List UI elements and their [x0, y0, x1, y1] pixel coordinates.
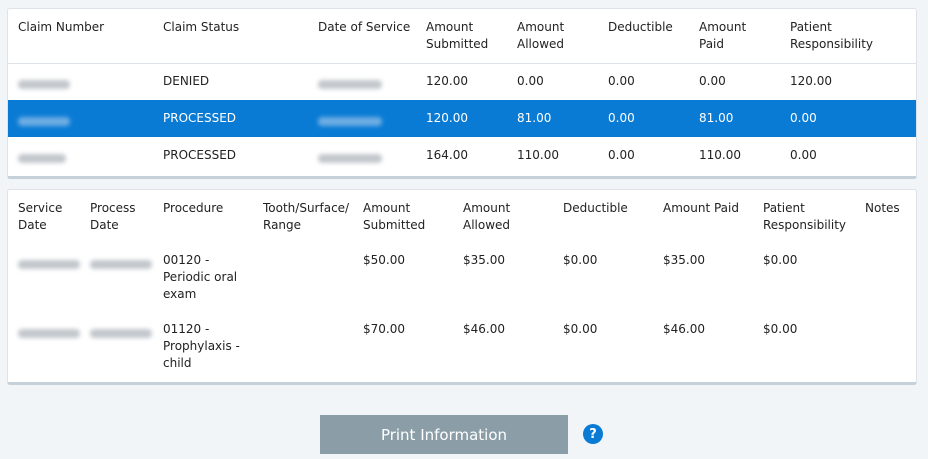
amount-allowed: 81.00 [517, 111, 552, 125]
header-deductible: Deductible [608, 20, 673, 34]
amount-submitted: 120.00 [426, 74, 468, 88]
claims-table: Claim Number Claim Status Date of Servic… [7, 8, 917, 179]
amount-allowed: 0.00 [517, 74, 544, 88]
claim-row[interactable]: PROCESSED 164.00 110.00 0.00 110.00 0.00 [8, 137, 916, 174]
procedure: 01120 - Prophylaxis - child [163, 322, 240, 370]
claim-status: DENIED [163, 74, 210, 88]
header-amount-paid: Amount Paid [699, 20, 747, 51]
date-of-service-redacted [318, 77, 382, 94]
claim-number-redacted [18, 77, 70, 94]
header-claim-status: Claim Status [163, 20, 240, 34]
header-amount-submitted: Amount Submitted [363, 201, 426, 232]
amount-submitted: 120.00 [426, 111, 468, 125]
deductible: $0.00 [563, 322, 598, 336]
header-amount-allowed: Amount Allowed [463, 201, 511, 232]
question-circle-icon[interactable]: ? [583, 424, 603, 444]
header-notes: Notes [865, 201, 900, 215]
service-date-redacted [18, 257, 80, 274]
amount-allowed: 110.00 [517, 148, 559, 162]
amount-paid: 110.00 [699, 148, 741, 162]
claim-row[interactable]: DENIED 120.00 0.00 0.00 0.00 120.00 [8, 63, 916, 101]
header-procedure: Procedure [163, 201, 224, 215]
patient-responsibility: $0.00 [763, 253, 798, 267]
header-amount-paid: Amount Paid [663, 201, 739, 215]
amount-paid: $46.00 [663, 322, 705, 336]
claims-table-header: Claim Number Claim Status Date of Servic… [8, 9, 916, 64]
deductible: 0.00 [608, 74, 635, 88]
header-amount-submitted: Amount Submitted [426, 20, 489, 51]
deductible: $0.00 [563, 253, 598, 267]
patient-responsibility: $0.00 [763, 322, 798, 336]
header-claim-number: Claim Number [18, 20, 105, 34]
date-of-service-redacted [318, 114, 382, 131]
amount-paid: 81.00 [699, 111, 734, 125]
process-date-redacted [90, 257, 152, 274]
amount-allowed: $35.00 [463, 253, 505, 267]
header-service-date: Service Date [18, 201, 63, 232]
deductible: 0.00 [608, 148, 635, 162]
amount-submitted: 164.00 [426, 148, 468, 162]
process-date-redacted [90, 326, 152, 343]
amount-submitted: $70.00 [363, 322, 405, 336]
deductible: 0.00 [608, 111, 635, 125]
header-date-of-service: Date of Service [318, 20, 411, 34]
procedure: 00120 - Periodic oral exam [163, 253, 238, 301]
claim-number-redacted [18, 114, 70, 131]
header-process-date: Process Date [90, 201, 136, 232]
header-deductible: Deductible [563, 201, 628, 215]
header-amount-allowed: Amount Allowed [517, 20, 565, 51]
amount-paid: 0.00 [699, 74, 726, 88]
claim-row-selected[interactable]: PROCESSED 120.00 81.00 0.00 81.00 0.00 [8, 100, 916, 137]
amount-submitted: $50.00 [363, 253, 405, 267]
claim-status: PROCESSED [163, 148, 237, 162]
header-patient-responsibility: Patient Responsibility [790, 20, 874, 51]
header-patient-responsibility: Patient Responsibility [763, 201, 847, 232]
print-information-button[interactable]: Print Information [320, 415, 568, 454]
patient-responsibility: 120.00 [790, 74, 832, 88]
service-date-redacted [18, 326, 80, 343]
claim-number-redacted [18, 151, 66, 168]
header-tooth-surface-range: Tooth/Surface/ Range [263, 201, 350, 232]
patient-responsibility: 0.00 [790, 148, 817, 162]
date-of-service-redacted [318, 151, 382, 168]
amount-allowed: $46.00 [463, 322, 505, 336]
claim-status: PROCESSED [163, 111, 237, 125]
patient-responsibility: 0.00 [790, 111, 817, 125]
amount-paid: $35.00 [663, 253, 705, 267]
service-details-table: Service Date Process Date Procedure Toot… [7, 189, 917, 385]
